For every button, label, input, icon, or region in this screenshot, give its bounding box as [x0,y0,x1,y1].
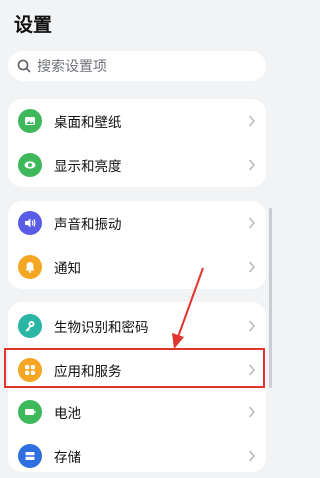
page-title: 设置 [14,14,53,36]
settings-item-sound[interactable]: 声音和振动 [8,201,266,245]
bell-icon [18,255,42,279]
chevron-right-icon [248,159,255,171]
settings-item-label: 通知 [54,261,81,277]
highlight-box [4,348,265,388]
settings-item-label: 桌面和壁纸 [54,115,122,131]
settings-item-wallpaper[interactable]: 桌面和壁纸 [8,99,266,143]
chevron-right-icon [248,217,255,229]
settings-item-storage[interactable]: 存储 [8,434,266,478]
chevron-right-icon [248,261,255,273]
settings-group-display: 桌面和壁纸 显示和亮度 [8,99,266,187]
settings-item-label: 存储 [54,450,81,466]
settings-item-label: 生物识别和密码 [54,320,149,336]
search-bar[interactable]: 搜索设置项 [8,51,266,81]
settings-item-battery[interactable]: 电池 [8,390,266,434]
chevron-right-icon [248,450,255,462]
settings-item-label: 电池 [54,406,81,422]
scrollbar[interactable] [269,208,272,388]
storage-icon [18,444,42,468]
search-placeholder: 搜索设置项 [37,59,107,75]
chevron-right-icon [248,406,255,418]
battery-icon [18,400,42,424]
key-icon [18,314,42,338]
chevron-right-icon [248,320,255,332]
chevron-right-icon [248,115,255,127]
settings-group-sound: 声音和振动 通知 [8,201,266,289]
search-icon [17,59,31,73]
settings-item-label: 显示和亮度 [54,159,122,175]
wallpaper-icon [18,109,42,133]
speaker-icon [18,211,42,235]
settings-item-notifications[interactable]: 通知 [8,245,266,289]
settings-item-display[interactable]: 显示和亮度 [8,143,266,187]
settings-item-label: 声音和振动 [54,217,122,233]
settings-item-biometrics[interactable]: 生物识别和密码 [8,304,266,348]
eye-icon [18,153,42,177]
